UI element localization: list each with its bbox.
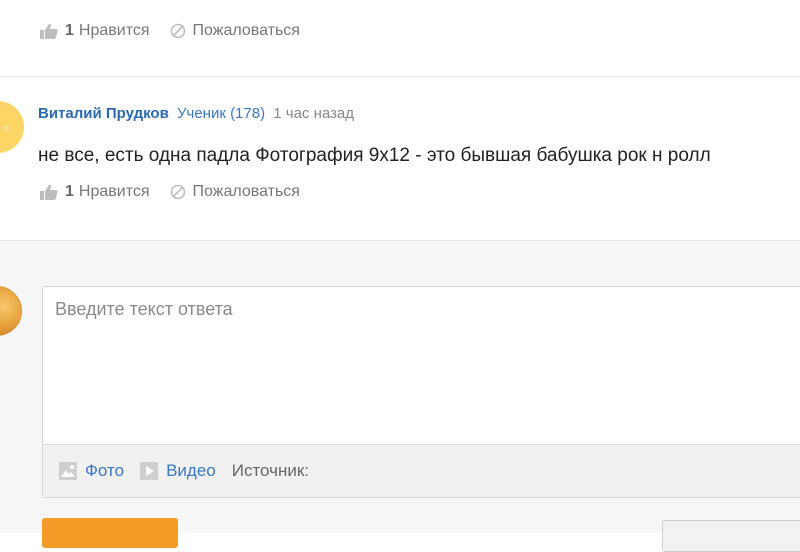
like-count: 1 bbox=[65, 22, 74, 39]
secondary-button[interactable] bbox=[662, 520, 800, 552]
avatar[interactable]: ◦ bbox=[0, 101, 24, 153]
report-button[interactable]: Пожаловаться bbox=[170, 183, 300, 201]
like-label: Нравится bbox=[78, 183, 150, 200]
reply-toolbar: Фото Видео Источник: С bbox=[43, 444, 800, 497]
answer-item: ◦ Виталий Прудков Ученик (178) 1 час наз… bbox=[0, 77, 800, 241]
like-count: 1 bbox=[65, 183, 74, 200]
author-rank-link[interactable]: Ученик (178) bbox=[177, 105, 265, 122]
answer-item: ━━━━━━━━━━━━━━━━━━━━━━━━━━━━━━━━━━━━━━━ … bbox=[0, 0, 800, 77]
answer-actions: 1 Нравится Пожаловаться bbox=[40, 183, 320, 201]
like-button[interactable]: 1 Нравится bbox=[40, 183, 150, 201]
photo-label: Фото bbox=[85, 461, 125, 480]
truncated-answer-text: ━━━━━━━━━━━━━━━━━━━━━━━━━━━━━━━━━━━━━━━ bbox=[38, 0, 508, 2]
photo-icon bbox=[59, 462, 77, 480]
author-link[interactable]: Виталий Прудков bbox=[38, 105, 169, 122]
reply-input-placeholder[interactable]: Введите текст ответа bbox=[55, 299, 233, 320]
answer-time: 1 час назад bbox=[273, 105, 355, 122]
video-button[interactable]: Видео bbox=[140, 461, 216, 481]
thumbs-up-icon bbox=[40, 184, 58, 200]
like-label: Нравится bbox=[78, 22, 150, 39]
report-icon bbox=[170, 184, 185, 200]
source-label[interactable]: Источник: bbox=[232, 461, 309, 481]
like-button[interactable]: 1 Нравится bbox=[40, 22, 150, 40]
submit-answer-button[interactable] bbox=[42, 518, 178, 548]
avatar-glyph: ◦ bbox=[3, 119, 8, 135]
reply-section: Введите текст ответа Фото Видео Источник… bbox=[0, 241, 800, 533]
photo-button[interactable]: Фото bbox=[59, 461, 124, 481]
report-label: Пожаловаться bbox=[192, 22, 300, 39]
report-button[interactable]: Пожаловаться bbox=[170, 22, 300, 40]
answer-actions: 1 Нравится Пожаловаться bbox=[40, 22, 320, 40]
thumbs-up-icon bbox=[40, 23, 58, 39]
user-avatar[interactable] bbox=[0, 286, 22, 336]
report-icon bbox=[170, 23, 185, 39]
answer-meta: Виталий Прудков Ученик (178) 1 час назад bbox=[38, 105, 354, 122]
answer-text: не все, есть одна падла Фотография 9x12 … bbox=[38, 145, 711, 166]
reply-box[interactable]: Введите текст ответа Фото Видео Источник… bbox=[42, 286, 800, 498]
video-label: Видео bbox=[166, 461, 216, 480]
report-label: Пожаловаться bbox=[192, 183, 300, 200]
video-icon bbox=[140, 462, 159, 480]
